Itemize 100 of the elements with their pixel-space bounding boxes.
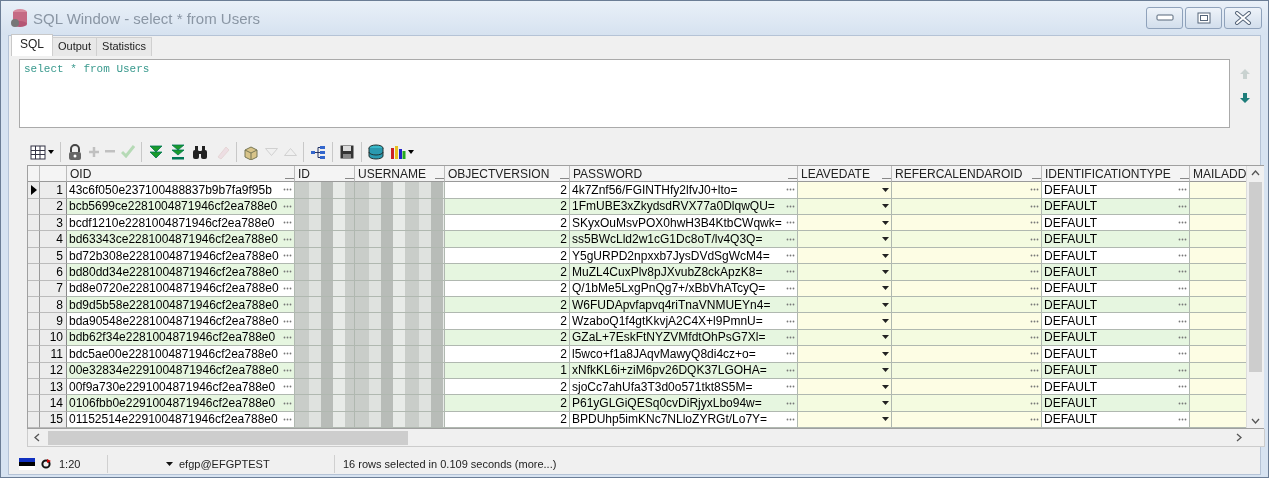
caret-icon[interactable] bbox=[166, 461, 173, 466]
ellipsis-icon[interactable] bbox=[786, 221, 795, 225]
dropdown-caret-icon[interactable] bbox=[882, 237, 889, 242]
ellipsis-icon[interactable] bbox=[283, 237, 292, 241]
column-header[interactable]: ID bbox=[295, 165, 355, 183]
ellipsis-icon[interactable] bbox=[786, 385, 795, 389]
dropdown-caret-icon[interactable] bbox=[882, 286, 889, 291]
scroll-right-icon[interactable] bbox=[1236, 433, 1242, 443]
column-header[interactable]: OBJECTVERSION bbox=[445, 165, 570, 183]
scroll-up-icon[interactable] bbox=[1251, 169, 1260, 176]
ellipsis-icon[interactable] bbox=[786, 204, 795, 208]
ellipsis-icon[interactable] bbox=[1178, 270, 1187, 274]
tab[interactable]: SQL bbox=[11, 34, 53, 56]
ellipsis-icon[interactable] bbox=[283, 401, 292, 405]
connection-label[interactable]: efgp@EFGPTEST bbox=[179, 457, 270, 470]
ellipsis-icon[interactable] bbox=[786, 401, 795, 405]
dropdown-caret-icon[interactable] bbox=[882, 269, 889, 274]
ellipsis-icon[interactable] bbox=[1178, 352, 1187, 356]
dropdown-caret-icon[interactable] bbox=[882, 368, 889, 373]
ellipsis-icon[interactable] bbox=[1178, 188, 1187, 192]
ellipsis-icon[interactable] bbox=[1030, 368, 1039, 372]
dropdown-caret-icon[interactable] bbox=[882, 417, 889, 422]
ellipsis-icon[interactable] bbox=[283, 254, 292, 257]
ellipsis-icon[interactable] bbox=[283, 221, 292, 225]
ellipsis-icon[interactable] bbox=[283, 368, 292, 372]
ellipsis-icon[interactable] bbox=[1178, 221, 1187, 225]
scroll-left-icon[interactable] bbox=[34, 433, 40, 443]
column-header[interactable]: PASSWORD bbox=[570, 165, 798, 183]
close-button[interactable] bbox=[1224, 7, 1262, 29]
ellipsis-icon[interactable] bbox=[1030, 417, 1039, 421]
ellipsis-icon[interactable] bbox=[1178, 401, 1187, 405]
ellipsis-icon[interactable] bbox=[1178, 204, 1187, 208]
ellipsis-icon[interactable] bbox=[786, 303, 795, 307]
tab[interactable]: Statistics bbox=[96, 37, 153, 56]
ellipsis-icon[interactable] bbox=[1178, 385, 1187, 389]
ellipsis-icon[interactable] bbox=[283, 352, 292, 356]
ellipsis-icon[interactable] bbox=[283, 286, 292, 290]
maximize-button[interactable] bbox=[1185, 7, 1222, 29]
ellipsis-icon[interactable] bbox=[1030, 319, 1039, 323]
ellipsis-icon[interactable] bbox=[1030, 188, 1039, 192]
ellipsis-icon[interactable] bbox=[1178, 254, 1187, 257]
ellipsis-icon[interactable] bbox=[786, 319, 795, 323]
dropdown-caret-icon[interactable] bbox=[882, 319, 889, 324]
dropdown-caret-icon[interactable] bbox=[882, 351, 889, 356]
column-header[interactable]: IDENTIFICATIONTYPE bbox=[1042, 165, 1190, 183]
ellipsis-icon[interactable] bbox=[1178, 286, 1187, 290]
ellipsis-icon[interactable] bbox=[1178, 319, 1187, 323]
column-header[interactable]: LEAVEDATE bbox=[798, 165, 892, 183]
column-header[interactable]: OID bbox=[67, 165, 295, 183]
ellipsis-icon[interactable] bbox=[1178, 417, 1187, 421]
dropdown-caret-icon[interactable] bbox=[882, 204, 889, 209]
ellipsis-icon[interactable] bbox=[1178, 237, 1187, 241]
ellipsis-icon[interactable] bbox=[786, 237, 795, 241]
dropdown-caret-icon[interactable] bbox=[882, 220, 889, 225]
dropdown-caret-icon[interactable] bbox=[882, 187, 889, 192]
ellipsis-icon[interactable] bbox=[1030, 221, 1039, 225]
ellipsis-icon[interactable] bbox=[1030, 352, 1039, 356]
ellipsis-icon[interactable] bbox=[786, 417, 795, 421]
ellipsis-icon[interactable] bbox=[1178, 368, 1187, 372]
ellipsis-icon[interactable] bbox=[1030, 237, 1039, 241]
ellipsis-icon[interactable] bbox=[283, 303, 292, 307]
tab[interactable]: Output bbox=[52, 37, 98, 56]
dropdown-caret-icon[interactable] bbox=[882, 302, 889, 307]
ellipsis-icon[interactable] bbox=[283, 319, 292, 323]
dropdown-caret-icon[interactable] bbox=[882, 401, 889, 406]
ellipsis-icon[interactable] bbox=[1030, 286, 1039, 290]
ellipsis-icon[interactable] bbox=[786, 335, 795, 339]
ellipsis-icon[interactable] bbox=[283, 335, 292, 339]
ellipsis-icon[interactable] bbox=[1030, 401, 1039, 405]
ellipsis-icon[interactable] bbox=[1030, 335, 1039, 339]
ellipsis-icon[interactable] bbox=[283, 417, 292, 421]
dropdown-caret-icon[interactable] bbox=[882, 335, 889, 340]
scrollbar-thumb[interactable] bbox=[1249, 181, 1262, 372]
dropdown-caret-icon[interactable] bbox=[882, 384, 889, 389]
ellipsis-icon[interactable] bbox=[786, 286, 795, 290]
ellipsis-icon[interactable] bbox=[1030, 385, 1039, 389]
sql-editor[interactable]: select * from Users bbox=[19, 59, 1230, 129]
scroll-down-icon[interactable] bbox=[1251, 418, 1260, 425]
refresh-icon[interactable] bbox=[41, 458, 51, 469]
column-header[interactable]: USERNAME bbox=[355, 165, 445, 183]
ellipsis-icon[interactable] bbox=[1030, 270, 1039, 274]
ellipsis-icon[interactable] bbox=[786, 188, 795, 192]
ellipsis-icon[interactable] bbox=[1030, 303, 1039, 307]
scrollbar-thumb[interactable] bbox=[48, 430, 408, 445]
column-header[interactable]: REFERCALENDAROID bbox=[892, 165, 1042, 183]
ellipsis-icon[interactable] bbox=[786, 254, 795, 257]
ellipsis-icon[interactable] bbox=[1030, 254, 1039, 257]
column-header[interactable]: MAILADD bbox=[1190, 165, 1246, 183]
ellipsis-icon[interactable] bbox=[786, 352, 795, 356]
down-arrow-icon[interactable] bbox=[1240, 93, 1250, 103]
ellipsis-icon[interactable] bbox=[1178, 303, 1187, 307]
dropdown-caret-icon[interactable] bbox=[882, 253, 889, 258]
ellipsis-icon[interactable] bbox=[1030, 204, 1039, 208]
ellipsis-icon[interactable] bbox=[283, 204, 292, 208]
ellipsis-icon[interactable] bbox=[283, 385, 292, 389]
minimize-button[interactable] bbox=[1146, 7, 1183, 29]
ellipsis-icon[interactable] bbox=[786, 270, 795, 274]
row-indicator[interactable] bbox=[28, 182, 40, 199]
ellipsis-icon[interactable] bbox=[283, 188, 292, 192]
ellipsis-icon[interactable] bbox=[1178, 335, 1187, 339]
